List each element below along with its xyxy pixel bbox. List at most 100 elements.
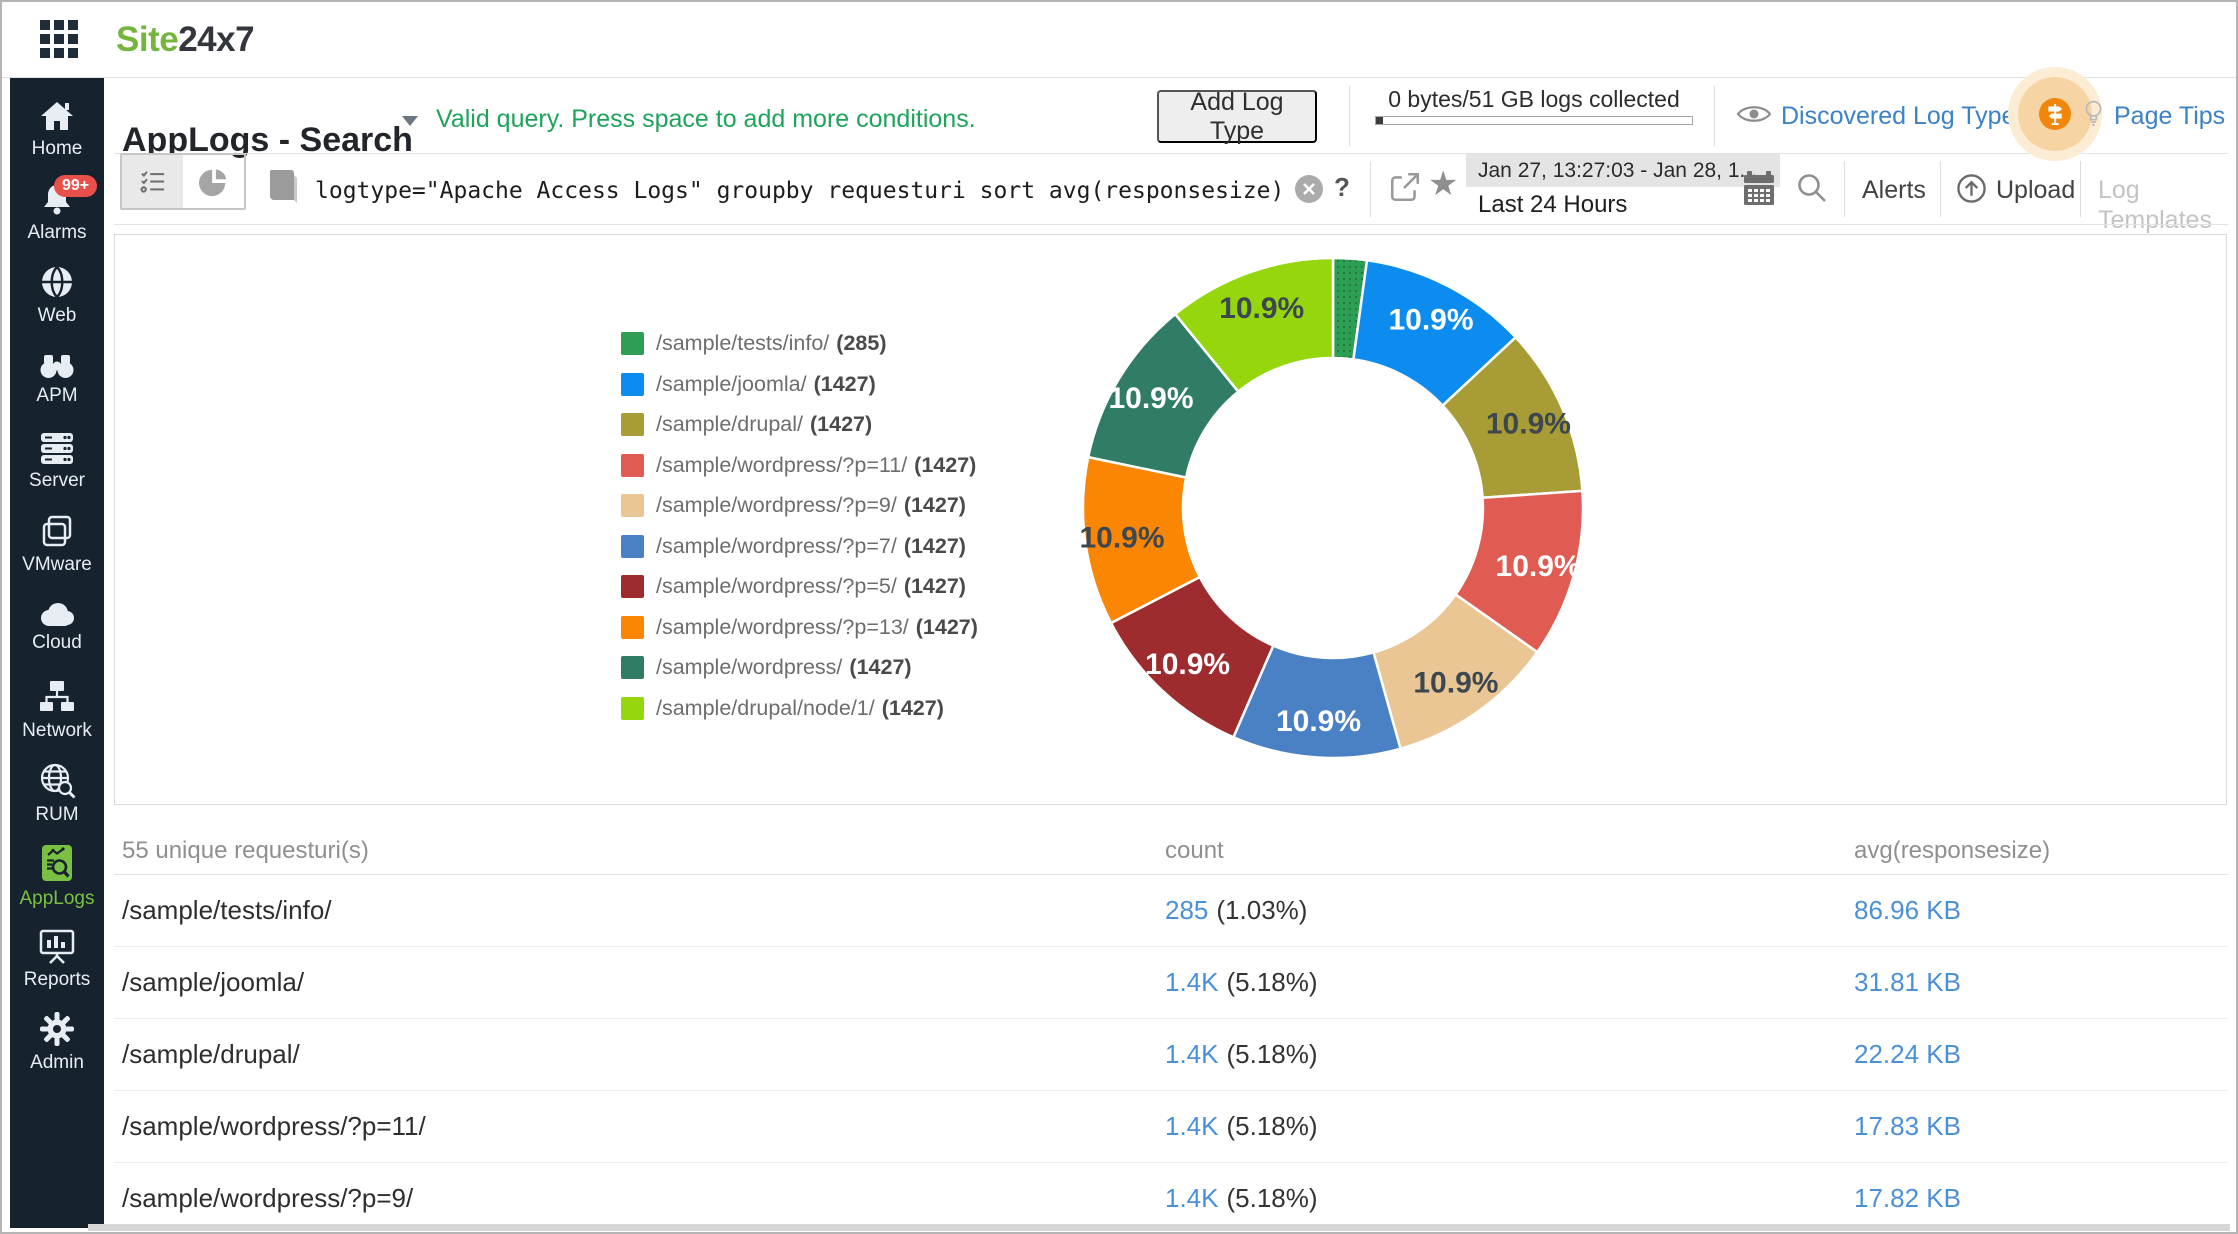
table-row: /sample/wordpress/?p=11/ 1.4K (5.18%) 17.… [114,1091,2228,1163]
query-input[interactable]: logtype="Apache Access Logs" groupby req… [315,177,1284,205]
logs-quota-progressbar [1375,116,1693,125]
avg-link[interactable]: 31.81 KB [1854,967,1961,998]
upload-icon[interactable] [1956,173,1987,204]
sidebar-item-label: Alarms [27,222,87,243]
site24x7-logo[interactable]: Site24x7 [116,15,255,65]
sidebar-item-label: Server [29,470,85,491]
donut-slice-percent-label: 10.9% [1486,408,1571,441]
page-tips-signpost-icon[interactable] [2039,98,2071,130]
sidebar-item-apm[interactable]: APM [10,337,104,420]
upload-button[interactable]: Upload [1996,175,2075,205]
legend-swatch [621,615,644,639]
sidebar-item-label: Home [31,138,83,159]
legend-swatch [621,372,644,396]
favorite-star-icon[interactable]: ★ [1428,164,1458,204]
share-export-icon[interactable] [1388,170,1422,204]
legend-item[interactable]: /sample/wordpress/?p=7/(1427) [621,534,978,558]
count-link[interactable]: 1.4K [1165,1111,1219,1141]
sidebar-item-reports[interactable]: Reports [10,918,104,1001]
legend-item[interactable]: /sample/wordpress/?p=13/(1427) [621,615,978,639]
column-header-count[interactable]: count [1165,837,1224,865]
sidebar-item-rum[interactable]: RUM [10,752,104,835]
sidebar-item-alarms[interactable]: 99+ Alarms [10,171,104,254]
query-help-icon[interactable]: ? [1334,172,1350,203]
sidebar-item-home[interactable]: Home [10,88,104,171]
home-icon [41,102,73,130]
legend-item[interactable]: /sample/wordpress/?p=5/(1427) [621,574,978,598]
legend-item[interactable]: /sample/joomla/(1427) [621,372,978,396]
count-link[interactable]: 1.4K [1165,1039,1219,1069]
sidebar-item-network[interactable]: Network [10,669,104,752]
sidebar-item-label: Network [22,720,92,741]
discovered-log-types-link[interactable]: Discovered Log Types [1781,101,2028,131]
legend-item[interactable]: /sample/tests/info/(285) [621,331,978,355]
server-icon [41,433,73,464]
network-icon [40,681,74,711]
signpost-icon [2048,104,2063,125]
sidebar-item-label: Admin [30,1052,84,1073]
alarms-count-badge: 99+ [54,175,98,197]
app-grid-icon[interactable] [40,20,78,58]
count-link[interactable]: 285 [1165,895,1208,925]
globe-icon [42,266,72,298]
saved-searches-book-icon[interactable] [266,167,299,204]
sidebar-item-server[interactable]: Server [10,420,104,503]
date-range-picker[interactable]: Jan 27, 13:27:03 - Jan 28, 1... Last 24 … [1466,154,1780,223]
date-range-text: Jan 27, 13:27:03 - Jan 28, 1... [1466,154,1780,187]
sidebar-item-label: Cloud [32,632,82,653]
vmware-layers-icon [42,515,72,547]
legend-swatch [621,656,644,679]
sidebar-item-label: RUM [35,803,79,825]
log-templates-button: Log Templates [2098,176,2212,234]
page-tips-link[interactable]: Page Tips [2114,101,2225,131]
calendar-icon [1744,171,1774,205]
rum-globe-search-icon [40,763,76,799]
legend-swatch [621,332,644,355]
chart-view-toggle[interactable] [183,155,244,208]
legend-item[interactable]: /sample/drupal/(1427) [621,412,978,436]
column-header-avg[interactable]: avg(responsesize) [1854,837,2050,865]
clear-query-icon[interactable] [1294,174,1324,204]
legend-swatch [621,534,644,558]
title-dropdown-caret-icon[interactable] [402,116,418,126]
legend-item[interactable]: /sample/wordpress/?p=9/(1427) [621,493,978,517]
topbar: Site24x7 [2,2,2236,77]
avg-link[interactable]: 17.82 KB [1854,1183,1961,1214]
legend-swatch [621,575,644,598]
donut-slice-percent-label: 10.9% [1108,382,1193,415]
date-preset-text: Last 24 Hours [1466,187,1780,223]
table-row: /sample/joomla/ 1.4K (5.18%) 31.81 KB [114,947,2228,1019]
horizontal-scrollbar[interactable] [88,1224,2230,1231]
donut-slice-percent-label: 10.9% [1079,522,1164,555]
legend-item[interactable]: /sample/wordpress/?p=11/(1427) [621,453,978,477]
legend-swatch [621,494,644,517]
table-row: /sample/tests/info/ 285 (1.03%) 86.96 KB [114,875,2228,947]
query-validation-message: Valid query. Press space to add more con… [436,105,976,133]
chart-panel: /sample/tests/info/(285) /sample/joomla/… [114,234,2227,805]
alerts-button[interactable]: Alerts [1862,175,1926,205]
checklist-icon [140,170,164,193]
logs-quota-text: 0 bytes/51 GB logs collected [1388,86,1680,112]
sidebar-item-admin[interactable]: Admin [10,1001,104,1084]
count-link[interactable]: 1.4K [1165,967,1219,997]
legend-item[interactable]: /sample/drupal/node/1/(1427) [621,696,978,720]
avg-link[interactable]: 22.24 KB [1854,1039,1961,1070]
sidebar-item-label: AppLogs [19,888,95,909]
sidebar-item-label: APM [36,385,78,406]
app-window: Site24x7 Home 99+ Alarms Web APM Server … [0,0,2238,1234]
avg-link[interactable]: 17.83 KB [1854,1111,1961,1142]
add-log-type-button[interactable]: Add Log Type [1157,88,1317,145]
donut-slice-percent-label: 10.9% [1388,303,1473,336]
gear-icon [40,1012,74,1046]
sidebar-item-applogs[interactable]: AppLogs [10,835,104,918]
donut-slice-percent-label: 10.9% [1496,550,1581,583]
sidebar-item-cloud[interactable]: Cloud [10,586,104,669]
count-link[interactable]: 1.4K [1165,1183,1219,1213]
search-icon[interactable] [1796,172,1828,204]
legend-item[interactable]: /sample/wordpress/(1427) [621,655,978,679]
sidebar-item-vmware[interactable]: VMware [10,503,104,586]
sidebar-item-web[interactable]: Web [10,254,104,337]
sidebar-item-label: VMware [22,554,92,575]
list-view-toggle[interactable] [122,155,183,208]
avg-link[interactable]: 86.96 KB [1854,895,1961,926]
